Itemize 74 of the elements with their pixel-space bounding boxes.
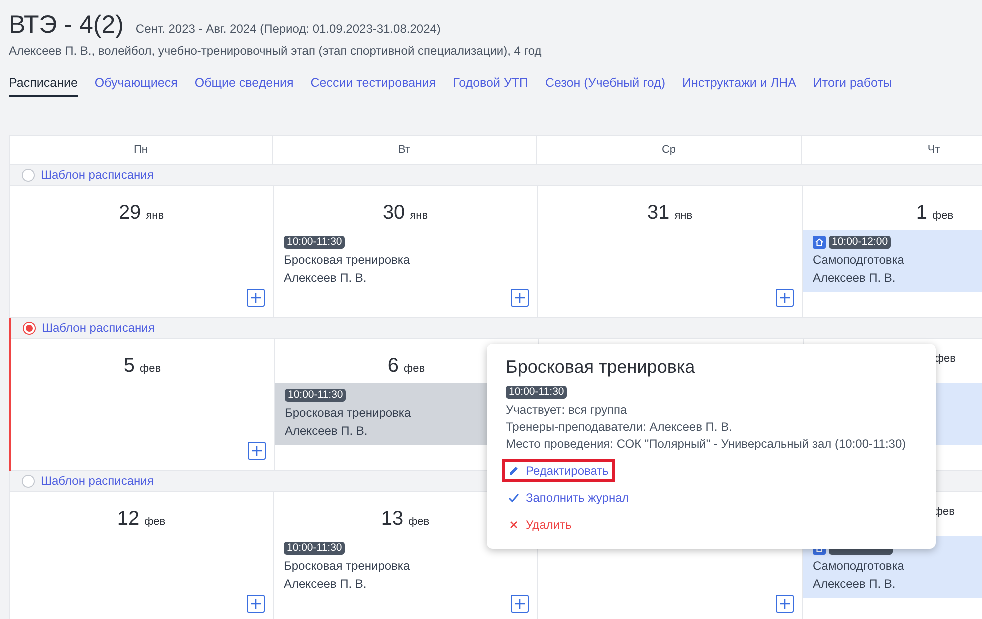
event-teacher: Алексеев П. В. bbox=[284, 270, 368, 287]
tab[interactable]: Обучающиеся bbox=[94, 74, 178, 97]
add-button[interactable] bbox=[776, 289, 794, 307]
day-number: 1 bbox=[916, 201, 928, 226]
time-badge: 10:00-11:30 bbox=[284, 542, 346, 554]
time-badge: 10:00-11:30 bbox=[506, 386, 568, 399]
day-number: 31 bbox=[647, 201, 670, 226]
event-title: Бросковая тренировка bbox=[284, 252, 412, 269]
action-link[interactable]: Заполнить журнал bbox=[502, 486, 636, 509]
plus-icon bbox=[514, 598, 526, 610]
tab[interactable]: Расписание bbox=[9, 74, 78, 97]
event-title: Бросковая тренировка bbox=[284, 558, 412, 575]
day-number: 12 bbox=[117, 507, 140, 532]
month-label: фев bbox=[404, 362, 426, 377]
month-label: фев bbox=[144, 515, 166, 530]
radio-button[interactable] bbox=[23, 322, 36, 334]
plus-icon bbox=[779, 598, 791, 610]
month-label: фев bbox=[932, 209, 954, 224]
weekday-header: Чт bbox=[928, 142, 940, 158]
tab[interactable]: Общие сведения bbox=[194, 74, 294, 97]
action-link[interactable]: Редактировать bbox=[502, 459, 615, 482]
template-link[interactable]: Шаблон расписания bbox=[42, 319, 155, 337]
day-number: 5 bbox=[124, 354, 136, 379]
event-card[interactable]: 10:00-12:00 Самоподготовка Алексеев П. В. bbox=[803, 230, 982, 292]
plus-icon bbox=[250, 598, 262, 610]
time-badge: 10:00-11:30 bbox=[284, 236, 346, 248]
add-button[interactable] bbox=[776, 595, 794, 613]
event-teacher: Алексеев П. В. bbox=[284, 576, 368, 593]
month-label: фев bbox=[408, 515, 430, 530]
tab[interactable]: Сезон (Учебный год) bbox=[546, 74, 666, 97]
home-icon bbox=[813, 236, 826, 248]
event-teacher: Алексеев П. В. bbox=[813, 270, 897, 287]
template-link[interactable]: Шаблон расписания bbox=[41, 166, 154, 184]
time-badge: 10:00-11:30 bbox=[285, 388, 346, 402]
tab[interactable]: Сессии тестирования bbox=[310, 74, 436, 97]
month-label: янв bbox=[674, 209, 693, 224]
month-label: янв bbox=[410, 209, 428, 224]
weekday-header: Пн bbox=[134, 142, 148, 158]
day-number: 6 bbox=[388, 354, 400, 379]
month-label: янв bbox=[146, 209, 164, 224]
action-link[interactable]: Удалить bbox=[502, 513, 578, 536]
check-icon bbox=[508, 492, 520, 504]
tab[interactable]: Годовой УТП bbox=[453, 74, 529, 97]
event-title: Самоподготовка bbox=[813, 558, 906, 575]
radio-button[interactable] bbox=[22, 474, 35, 488]
event-teacher: Алексеев П. В. bbox=[813, 576, 897, 593]
tab[interactable]: Инструктажи и ЛНА bbox=[682, 74, 796, 97]
group-description: Алексеев П. В., волейбол, учебно-тренировочный этап (этап спортивной специализации), 4 год bbox=[9, 43, 543, 60]
close-icon bbox=[508, 518, 520, 530]
page-title: ВТЭ - 4(2) bbox=[9, 10, 124, 40]
period-text: Сент. 2023 - Авг. 2024 (Период: 01.09.2023-31.08.2024) bbox=[136, 21, 441, 38]
add-button[interactable] bbox=[247, 289, 265, 307]
plus-icon bbox=[779, 292, 791, 304]
weekday-header: Вт bbox=[398, 142, 410, 158]
day-number: 13 bbox=[381, 507, 404, 532]
month-label: фев bbox=[934, 352, 956, 367]
plus-icon bbox=[250, 292, 262, 304]
template-link[interactable]: Шаблон расписания bbox=[41, 472, 154, 490]
event-title: Самоподготовка bbox=[813, 252, 906, 269]
pencil-icon bbox=[508, 464, 520, 476]
tab[interactable]: Итоги работы bbox=[813, 74, 892, 97]
add-button[interactable] bbox=[248, 442, 266, 460]
day-number: 30 bbox=[382, 201, 406, 226]
time-badge: 10:00-12:00 bbox=[829, 236, 892, 248]
add-button[interactable] bbox=[247, 595, 265, 613]
plus-icon bbox=[514, 292, 526, 304]
day-number: 29 bbox=[118, 201, 142, 226]
radio-button[interactable] bbox=[22, 168, 35, 182]
popover-title: Бросковая тренировка bbox=[506, 356, 696, 378]
month-label: фев bbox=[140, 362, 162, 377]
add-button[interactable] bbox=[511, 595, 529, 613]
add-button[interactable] bbox=[511, 289, 529, 307]
plus-icon bbox=[251, 445, 263, 457]
weekday-header: Ср bbox=[662, 142, 676, 158]
